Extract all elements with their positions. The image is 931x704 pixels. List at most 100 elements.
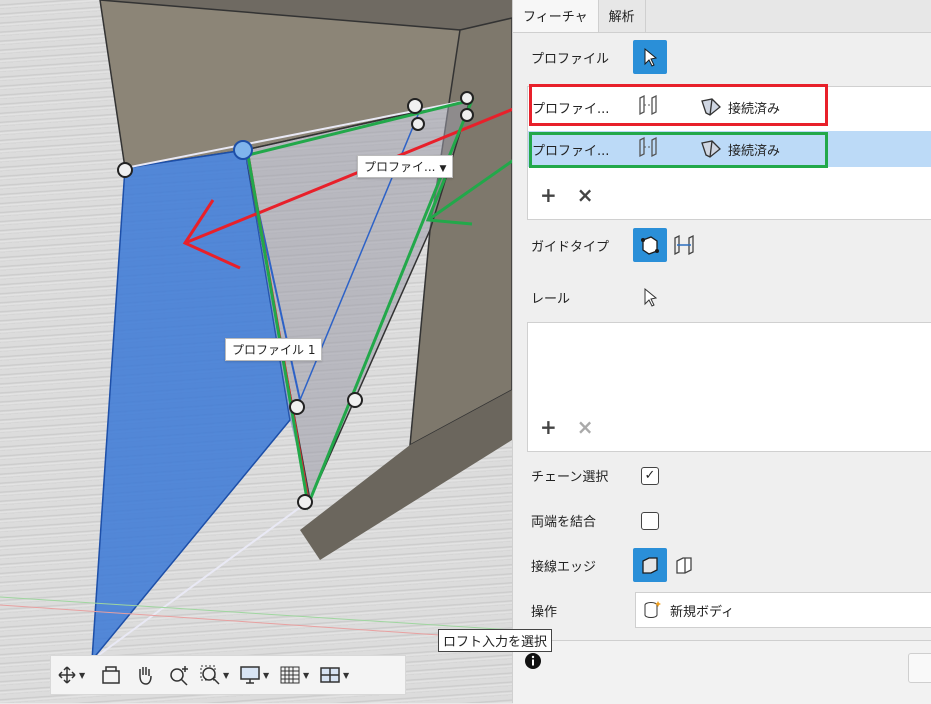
tangent-edges-label: 接線エッジ — [531, 559, 597, 575]
centerline-guide-icon — [674, 234, 694, 256]
zoom-window-button[interactable]: ▼ — [199, 661, 233, 689]
tangent-merge-button[interactable] — [633, 548, 667, 582]
new-body-icon — [644, 601, 661, 619]
profile-tag-top-label: プロファイ... — [364, 160, 436, 174]
tangent-edges-row: 接線エッジ — [531, 548, 701, 582]
caret-down-icon: ▼ — [263, 670, 270, 680]
grid-icon — [280, 666, 300, 684]
cursor-arrow-icon — [644, 287, 658, 307]
connected-icon — [701, 98, 721, 116]
panel-tabs: フィーチャ 解析 — [513, 0, 931, 33]
zoom-window-icon — [200, 665, 220, 685]
add-icon[interactable]: + — [540, 183, 557, 207]
sketch-point[interactable] — [411, 117, 425, 131]
tab-feature[interactable]: フィーチャ — [513, 0, 599, 32]
x-axis-line — [0, 596, 512, 631]
orbit-icon — [58, 666, 76, 684]
remove-icon: × — [576, 415, 594, 439]
close-ends-row: 両端を結合 — [531, 511, 659, 530]
profile-status-label: 接続済み — [728, 143, 781, 159]
panel-footer — [513, 640, 931, 704]
checkmark-icon: ✓ — [644, 468, 656, 483]
sketch-point[interactable] — [407, 98, 423, 114]
profile-list-item[interactable]: プロファイ... 接続済み — [528, 89, 931, 125]
loft-panel: フィーチャ 解析 プロファイル プロファイ... 接続済み プロファイ... 接… — [512, 0, 931, 704]
viewports-button[interactable]: ▼ — [319, 661, 353, 689]
profile-tag-1[interactable]: プロファイル 1 — [225, 338, 323, 361]
sketch-point[interactable] — [460, 108, 474, 122]
end-condition-icon — [639, 136, 657, 158]
profile-list: プロファイ... 接続済み プロファイ... 接続済み + × — [527, 86, 931, 220]
ok-button[interactable] — [908, 653, 931, 683]
zoom-button[interactable] — [165, 661, 193, 689]
caret-down-icon: ▼ — [343, 670, 350, 680]
caret-down-icon: ▼ — [223, 670, 230, 680]
profile-name: プロファイ... — [532, 143, 610, 159]
merge-tangent-icon — [642, 557, 658, 574]
cursor-arrow-icon — [644, 47, 658, 67]
grid-button[interactable]: ▼ — [279, 661, 313, 689]
sketch-point[interactable] — [117, 162, 133, 178]
operation-select[interactable]: 新規ボディ — [635, 592, 931, 628]
info-icon[interactable] — [525, 653, 541, 673]
profile-list-actions: + × — [540, 183, 594, 207]
chevron-down-icon: ▼ — [439, 164, 447, 174]
profile-tag-top[interactable]: プロファイ... ▼ — [357, 155, 454, 178]
profile-name: プロファイ... — [532, 101, 610, 117]
profile-status[interactable]: 接続済み — [700, 97, 780, 117]
profile-status-label: 接続済み — [728, 101, 781, 117]
pan-hand-icon — [139, 667, 152, 685]
guide-rail-button[interactable] — [633, 228, 667, 262]
canvas-viewport[interactable]: プロファイ... ▼ プロファイル 1 ▼ ▼ ▼ ▼ ▼ — [0, 0, 512, 703]
profile-row: プロファイル — [531, 40, 667, 74]
pan-button[interactable] — [131, 661, 159, 689]
operation-label: 操作 — [531, 605, 558, 620]
sketch-point-selected[interactable] — [233, 140, 253, 160]
rail-list: + × — [527, 322, 931, 452]
keep-tangent-icon — [676, 557, 692, 574]
tooltip: ロフト入力を選択 — [438, 629, 553, 652]
orbit-button[interactable]: ▼ — [57, 661, 91, 689]
zoom-icon — [170, 666, 188, 686]
chain-select-row: チェーン選択 ✓ — [531, 466, 659, 485]
navigation-toolbar: ▼ ▼ ▼ ▼ ▼ — [50, 655, 406, 695]
tangent-keep-button[interactable] — [667, 548, 701, 582]
operation-row: 操作 — [531, 601, 557, 620]
caret-down-icon: ▼ — [79, 670, 86, 680]
chain-select-label: チェーン選択 — [531, 470, 609, 485]
profile-label: プロファイル — [531, 51, 610, 67]
profile-select-button[interactable] — [633, 40, 667, 74]
operation-value: 新規ボディ — [670, 604, 735, 620]
chain-select-checkbox[interactable]: ✓ — [641, 466, 659, 485]
profile-tag-1-label: プロファイル 1 — [232, 343, 316, 357]
sketch-point[interactable] — [297, 494, 313, 510]
remove-icon[interactable]: × — [577, 183, 594, 207]
profile-list-item-selected[interactable]: プロファイ... 接続済み — [528, 131, 931, 167]
rail-select-button[interactable] — [633, 280, 667, 314]
look-at-icon — [102, 666, 120, 684]
sketch-point[interactable] — [460, 91, 474, 105]
sketch-point[interactable] — [347, 392, 363, 408]
look-at-button[interactable] — [97, 661, 125, 689]
profile-status[interactable]: 接続済み — [700, 139, 780, 159]
connected-icon — [701, 140, 721, 158]
guide-type-label: ガイドタイプ — [531, 239, 610, 255]
add-icon[interactable]: + — [540, 415, 557, 439]
display-settings-icon — [240, 666, 260, 684]
profile-condition[interactable] — [634, 94, 700, 120]
display-settings-button[interactable]: ▼ — [239, 661, 273, 689]
rail-list-actions: + × — [540, 415, 594, 439]
rail-guide-icon — [641, 236, 659, 255]
close-ends-checkbox[interactable] — [641, 511, 659, 530]
profile-condition[interactable] — [634, 136, 700, 162]
caret-down-icon: ▼ — [303, 670, 310, 680]
tab-analysis[interactable]: 解析 — [599, 0, 646, 32]
viewports-icon — [320, 667, 340, 683]
close-ends-label: 両端を結合 — [531, 515, 597, 530]
sketch-point[interactable] — [289, 399, 305, 415]
end-condition-icon — [639, 94, 657, 116]
guide-type-row: ガイドタイプ — [531, 228, 701, 262]
guide-centerline-button[interactable] — [667, 228, 701, 262]
rail-row: レール — [531, 280, 667, 314]
rail-label: レール — [531, 291, 571, 307]
